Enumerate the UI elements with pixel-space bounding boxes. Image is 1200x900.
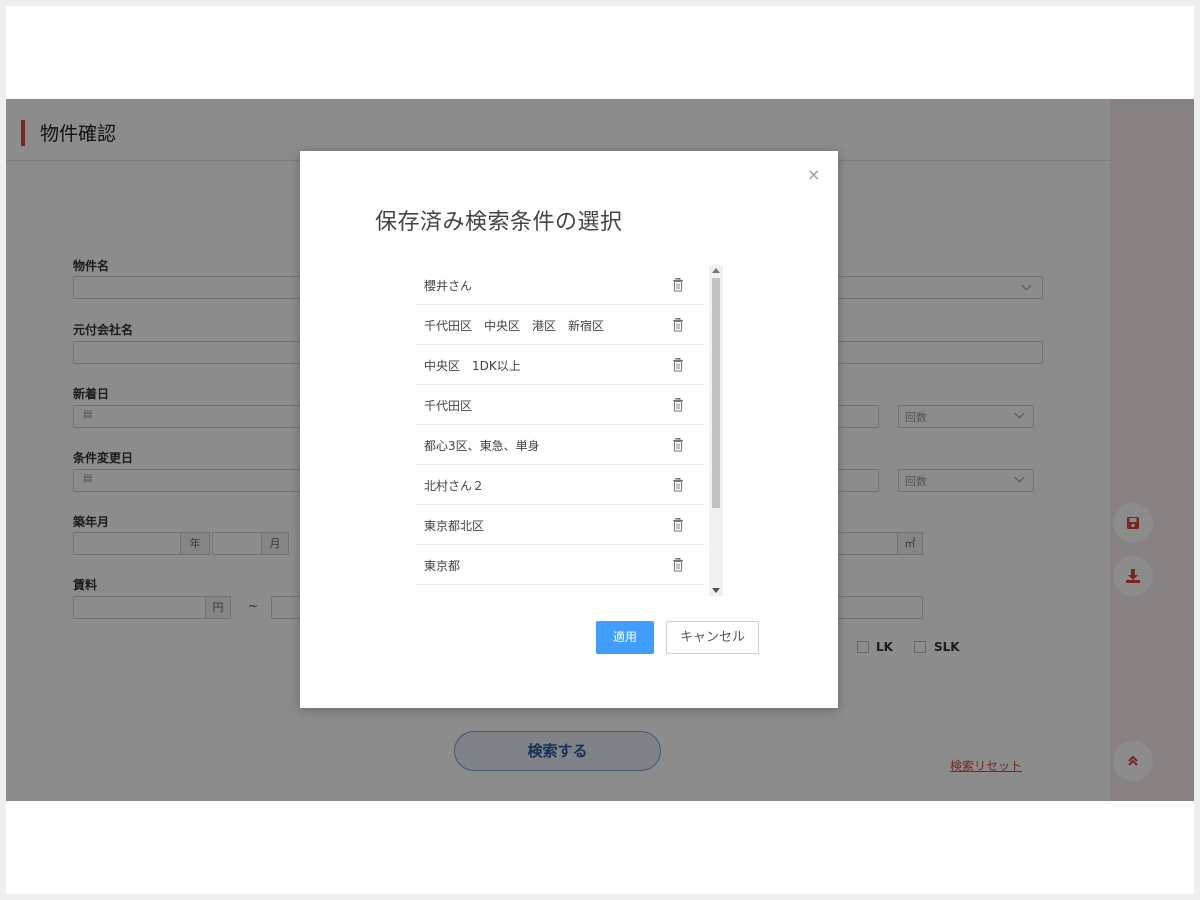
saved-search-item-label: 都心3区、東急、単身 (424, 439, 540, 453)
trash-icon[interactable] (672, 518, 684, 532)
saved-search-modal: × 保存済み検索条件の選択 櫻井さん千代田区 中央区 港区 新宿区 中央区 1DK… (300, 151, 838, 708)
saved-search-item[interactable]: 櫻井さん (415, 265, 705, 305)
saved-search-item-label: 千代田区 (424, 399, 473, 413)
saved-search-list: 櫻井さん千代田区 中央区 港区 新宿区 中央区 1DK以上 千代田区都心3区、東急、… (415, 265, 723, 596)
apply-button[interactable]: 適用 (596, 621, 654, 654)
saved-search-item[interactable]: 北村さん２ (415, 465, 705, 505)
saved-search-item-label: 北村さん２ (424, 479, 485, 493)
scroll-up-icon[interactable] (712, 268, 720, 273)
bottom-margin (6, 801, 1194, 894)
trash-icon[interactable] (672, 278, 684, 292)
saved-search-item[interactable]: 千代田区 (415, 385, 705, 425)
list-scrollbar[interactable] (709, 265, 723, 596)
saved-search-item[interactable]: 都心3区、東急、単身 (415, 425, 705, 465)
modal-title: 保存済み検索条件の選択 (375, 210, 623, 235)
trash-icon[interactable] (672, 398, 684, 412)
saved-search-item[interactable]: 中央区 1DK以上 (415, 345, 705, 385)
cancel-button[interactable]: キャンセル (666, 621, 759, 654)
trash-icon[interactable] (672, 558, 684, 572)
saved-search-item-label: 東京都 (424, 559, 461, 573)
scroll-thumb[interactable] (712, 278, 720, 508)
scroll-down-icon[interactable] (712, 588, 720, 593)
saved-search-item[interactable]: 千代田区 中央区 港区 新宿区 (415, 305, 705, 345)
saved-search-item[interactable]: 東京都北区 (415, 505, 705, 545)
top-margin (6, 6, 1194, 99)
trash-icon[interactable] (672, 438, 684, 452)
saved-search-item-label: 東京都北区 (424, 519, 485, 533)
saved-search-item-label: 櫻井さん (424, 279, 473, 293)
saved-search-items: 櫻井さん千代田区 中央区 港区 新宿区 中央区 1DK以上 千代田区都心3区、東急、… (415, 265, 705, 585)
saved-search-item-label: 千代田区 中央区 港区 新宿区 (424, 319, 605, 333)
saved-search-item-label: 中央区 1DK以上 (424, 359, 521, 373)
trash-icon[interactable] (672, 318, 684, 332)
trash-icon[interactable] (672, 478, 684, 492)
trash-icon[interactable] (672, 358, 684, 372)
close-icon[interactable]: × (807, 165, 820, 184)
saved-search-item[interactable]: 東京都 (415, 545, 705, 585)
